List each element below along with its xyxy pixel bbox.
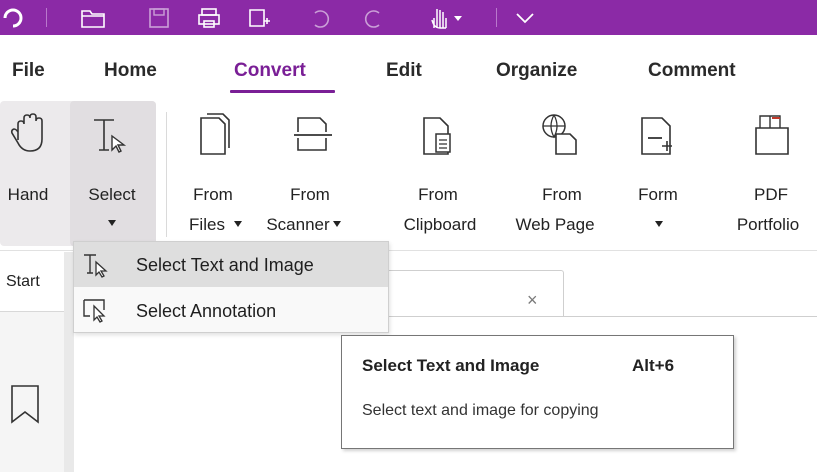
select-dropdown-menu: Select Text and Image Select Annotation xyxy=(73,241,389,333)
open-folder-icon[interactable] xyxy=(78,4,108,31)
select-annotation-icon xyxy=(83,299,106,323)
tooltip: Select Text and Image Alt+6 Select text … xyxy=(341,335,734,449)
tab-home[interactable]: Home xyxy=(104,60,157,82)
active-tab-indicator xyxy=(230,90,335,93)
from-scanner-label-line1[interactable]: From xyxy=(290,185,330,205)
from-files-caret[interactable] xyxy=(234,221,242,227)
from-clipboard-label-line2[interactable]: Clipboard xyxy=(404,215,477,235)
form-label[interactable]: Form xyxy=(638,185,678,205)
close-icon[interactable]: × xyxy=(527,290,538,311)
from-clipboard-label-line1[interactable]: From xyxy=(418,185,458,205)
tab-convert[interactable]: Convert xyxy=(234,60,306,82)
form-icon[interactable] xyxy=(638,110,678,160)
tab-file[interactable]: File xyxy=(12,60,45,82)
pdf-portfolio-icon[interactable] xyxy=(752,110,792,160)
menu-item-label: Select Text and Image xyxy=(136,255,314,275)
save-icon[interactable] xyxy=(146,4,172,31)
from-scanner-caret[interactable] xyxy=(333,221,341,227)
tooltip-title: Select Text and Image xyxy=(362,356,540,375)
menu-item-select-annotation[interactable]: Select Annotation xyxy=(74,288,388,333)
from-scanner-label-line2[interactable]: Scanner xyxy=(266,215,329,235)
hand-icon[interactable] xyxy=(10,110,50,160)
form-caret[interactable] xyxy=(655,221,663,227)
tab-edit[interactable]: Edit xyxy=(386,60,422,82)
select-dropdown-caret[interactable] xyxy=(108,220,116,226)
start-tab-label[interactable]: Start xyxy=(6,273,40,291)
qa-separator xyxy=(496,8,497,27)
quick-access-toolbar xyxy=(0,0,817,35)
from-files-icon[interactable] xyxy=(195,110,235,160)
new-tab-icon[interactable] xyxy=(246,4,272,31)
customize-dropdown-icon[interactable] xyxy=(512,4,538,31)
menu-item-label: Select Annotation xyxy=(136,301,277,321)
from-web-page-label-line1[interactable]: From xyxy=(542,185,582,205)
hand-tool-icon[interactable] xyxy=(423,4,469,31)
redo-icon[interactable] xyxy=(362,4,388,31)
tooltip-shortcut: Alt+6 xyxy=(632,356,675,375)
tooltip-description: Select text and image for copying xyxy=(362,402,599,419)
from-clipboard-icon[interactable] xyxy=(418,110,458,160)
from-web-page-icon[interactable] xyxy=(540,110,580,160)
ribbon-separator xyxy=(166,112,167,237)
select-text-tool-icon[interactable] xyxy=(90,110,130,160)
from-files-label-line2[interactable]: Files xyxy=(189,215,225,235)
from-web-page-label-line2[interactable]: Web Page xyxy=(515,215,594,235)
app-logo-icon[interactable] xyxy=(0,4,26,31)
tab-comment[interactable]: Comment xyxy=(648,60,736,82)
select-text-icon xyxy=(84,254,108,278)
from-files-label-line1[interactable]: From xyxy=(193,185,233,205)
select-label[interactable]: Select xyxy=(88,185,135,205)
bookmark-icon[interactable] xyxy=(8,380,42,428)
print-icon[interactable] xyxy=(196,4,222,31)
from-scanner-icon[interactable] xyxy=(294,110,334,160)
tab-organize[interactable]: Organize xyxy=(496,60,577,82)
undo-icon[interactable] xyxy=(306,4,332,31)
pdf-portfolio-label-line2[interactable]: Portfolio xyxy=(737,215,799,235)
pdf-portfolio-label-line1[interactable]: PDF xyxy=(754,185,788,205)
qa-separator xyxy=(46,8,47,27)
menu-item-select-text-and-image[interactable]: Select Text and Image xyxy=(74,242,388,287)
hand-label[interactable]: Hand xyxy=(8,185,49,205)
